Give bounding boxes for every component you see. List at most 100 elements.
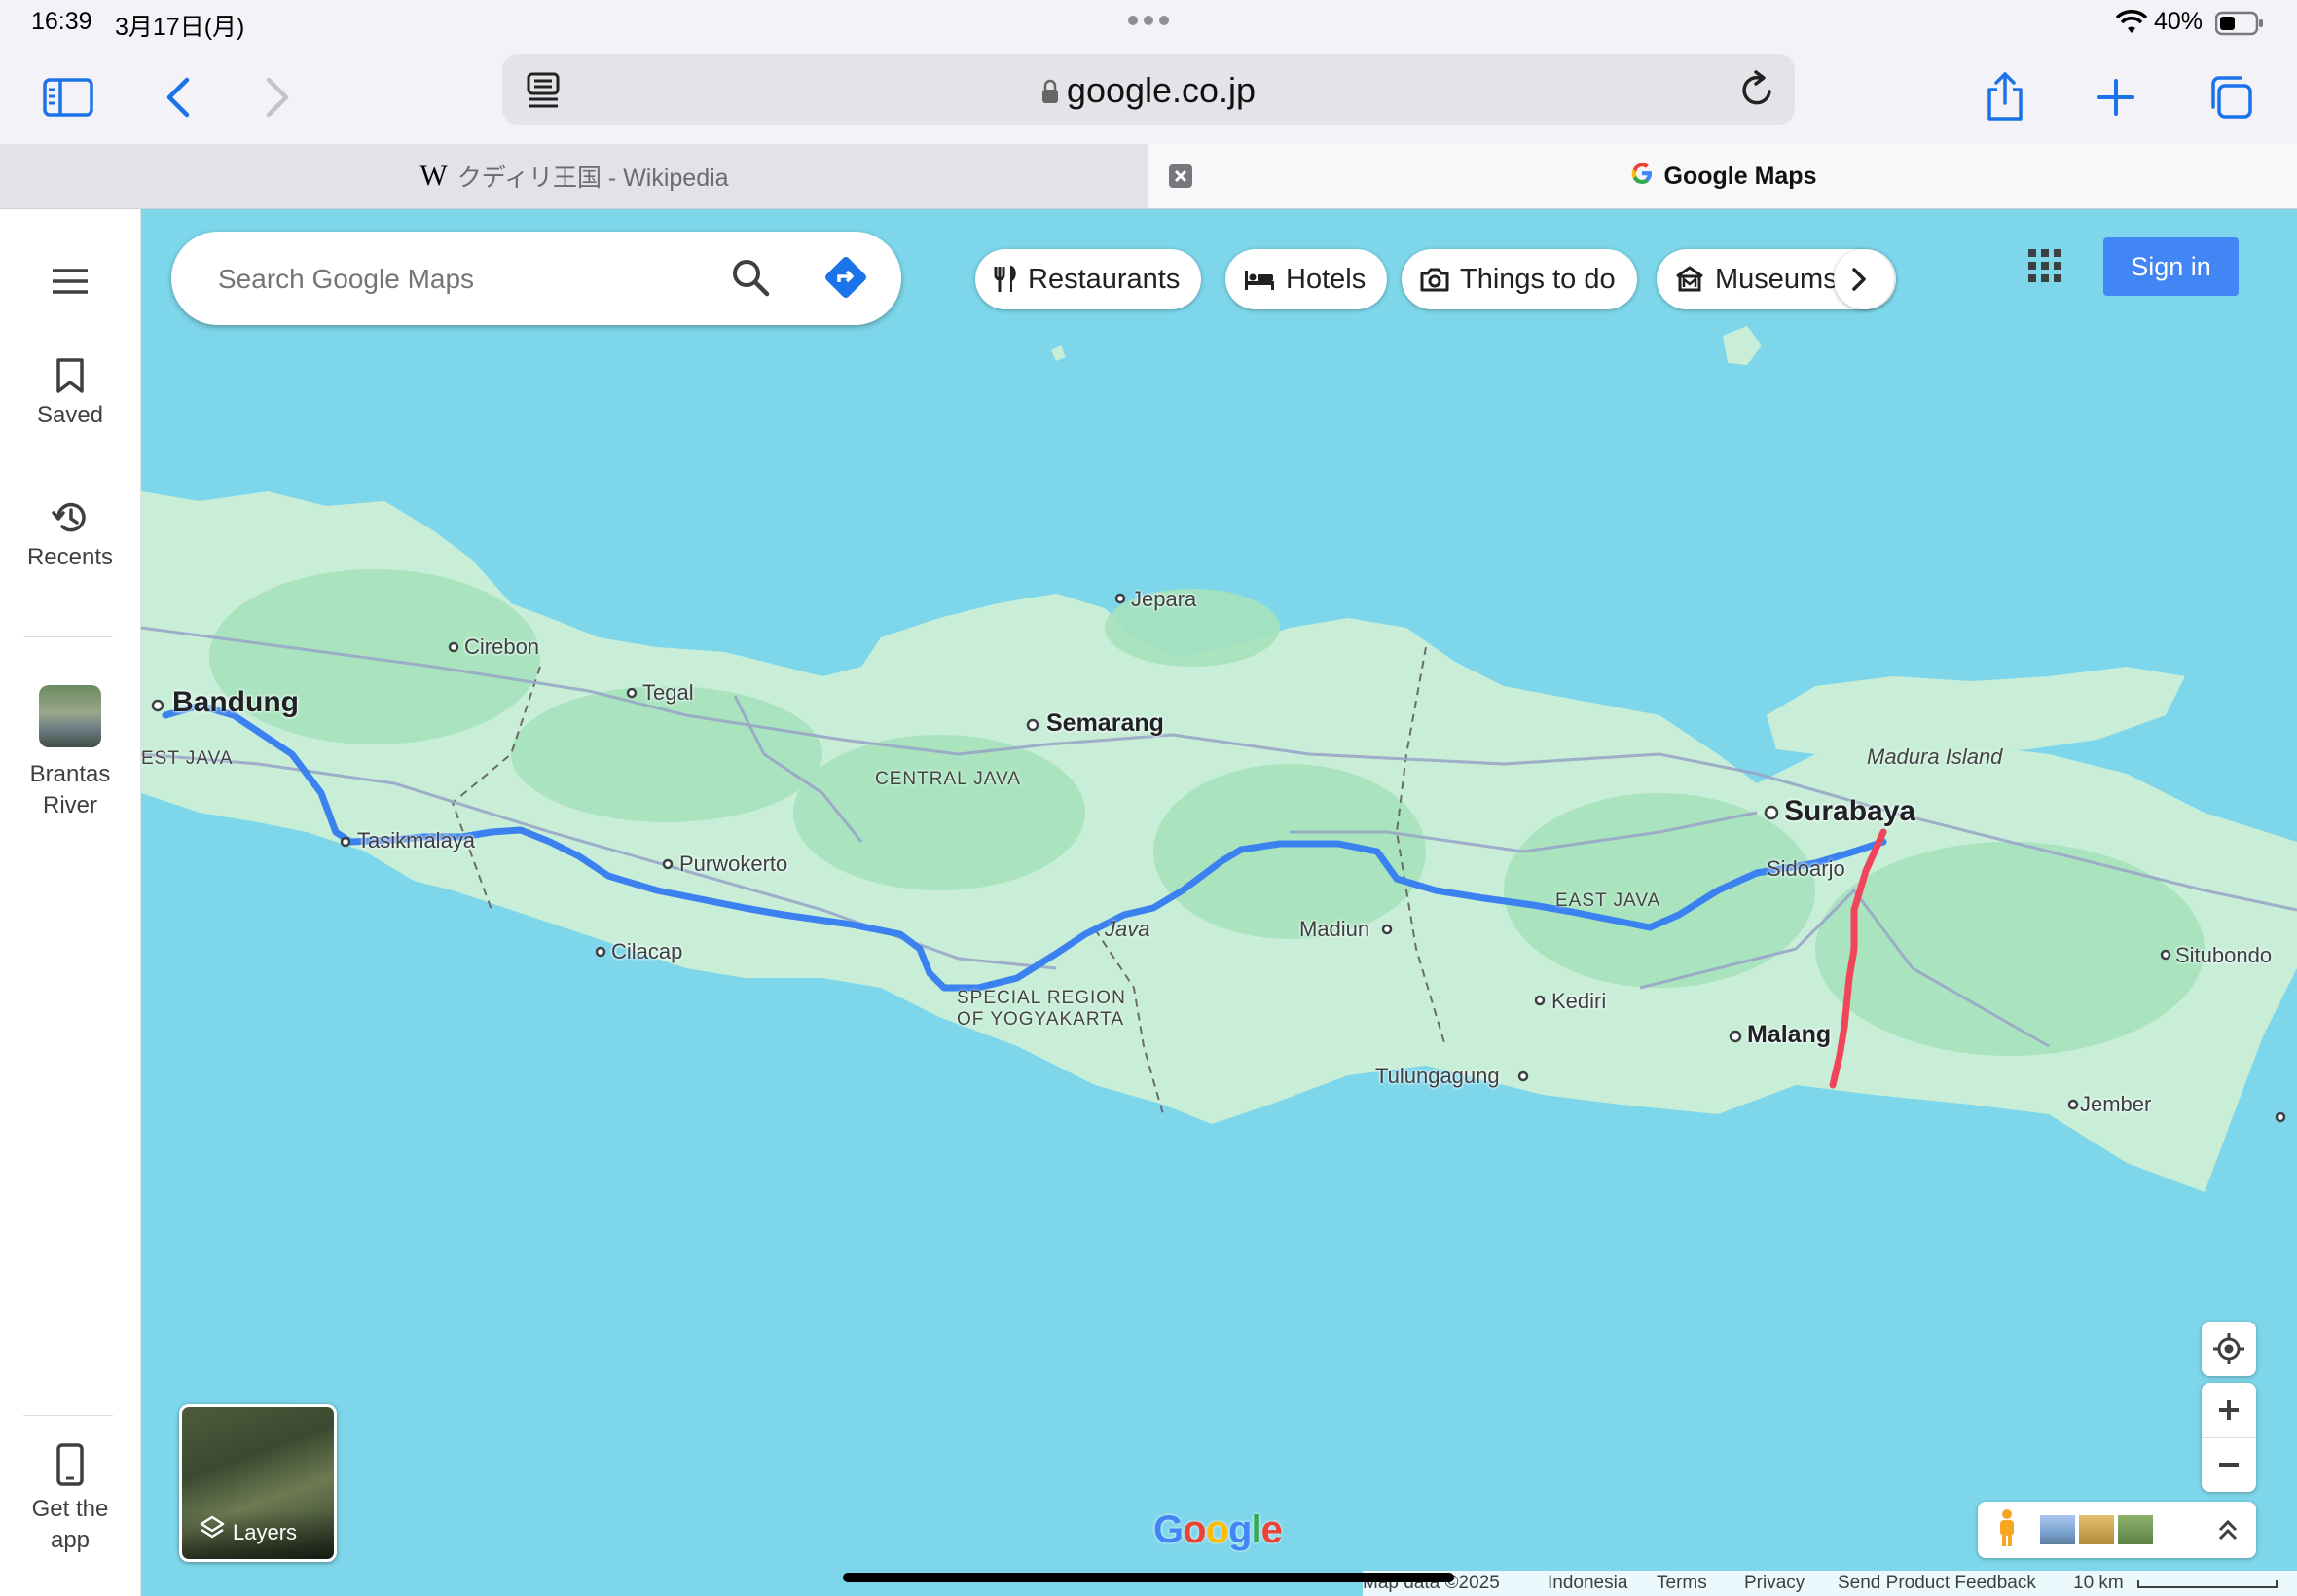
tab-wikipedia[interactable]: W クディリ王国 - Wikipedia <box>0 144 1148 208</box>
get-the-app-button[interactable]: Get the app <box>0 1443 140 1556</box>
lock-icon <box>1041 70 1067 110</box>
url-domain: google.co.jp <box>1066 70 1257 110</box>
my-location-button[interactable] <box>2202 1322 2256 1376</box>
status-date: 3月17日(月) <box>115 14 245 41</box>
wikipedia-icon: W <box>419 160 448 192</box>
close-tab-icon[interactable] <box>1168 163 1193 196</box>
recent-place-label: Brantas River <box>29 761 111 818</box>
place-thumbnail <box>39 685 101 747</box>
expand-up-icon[interactable] <box>2217 1517 2239 1547</box>
search-input[interactable] <box>216 255 726 304</box>
footer-privacy-link[interactable]: Privacy <box>1744 1573 1805 1594</box>
city-label-malang[interactable]: Malang <box>1747 1021 1831 1049</box>
tab-title: Google Maps <box>1663 162 1817 190</box>
recents-button[interactable]: Recents <box>0 499 140 571</box>
footer-country[interactable]: Indonesia <box>1548 1573 1627 1594</box>
rail-divider <box>23 636 113 637</box>
imagery-thumbnail[interactable] <box>2040 1515 2075 1544</box>
street-view-imagery-bar[interactable] <box>1978 1502 2256 1558</box>
back-icon[interactable] <box>148 68 206 127</box>
city-label-jember[interactable]: Jember <box>2080 1092 2151 1117</box>
zoom-out-button[interactable] <box>2202 1438 2256 1492</box>
city-label-tasikmalaya[interactable]: Tasikmalaya <box>357 828 475 853</box>
sign-in-button[interactable]: Sign in <box>2103 237 2239 296</box>
city-label-situbondo[interactable]: Situbondo <box>2175 943 2272 968</box>
chip-restaurants[interactable]: Restaurants <box>975 249 1202 309</box>
rail-divider <box>23 1415 113 1416</box>
city-label-tegal[interactable]: Tegal <box>642 680 694 706</box>
small-island <box>1051 345 1066 361</box>
chip-label: Restaurants <box>1028 263 1181 295</box>
imagery-thumbnail[interactable] <box>2118 1515 2153 1544</box>
chip-label: Things to do <box>1460 263 1616 295</box>
share-icon[interactable] <box>1976 68 2034 127</box>
url-text: google.co.jp <box>502 70 1795 111</box>
new-tab-icon[interactable] <box>2087 68 2145 127</box>
hotel-icon <box>1245 271 1274 290</box>
multitask-dots-icon[interactable] <box>1127 14 1170 31</box>
chip-label: Hotels <box>1286 263 1367 295</box>
tab-google-maps[interactable]: Google Maps <box>1148 144 2297 208</box>
city-label-kediri[interactable]: Kediri <box>1551 989 1606 1014</box>
pegman-icon[interactable] <box>1995 1508 2019 1552</box>
google-logo: Google <box>1153 1508 1283 1551</box>
map-graphic <box>141 326 2297 1192</box>
city-label-surabaya[interactable]: Surabaya <box>1784 795 1915 828</box>
scale-label[interactable]: 10 km <box>2073 1573 2124 1594</box>
footer-terms-link[interactable]: Terms <box>1657 1573 1707 1594</box>
imagery-thumbnail[interactable] <box>2079 1515 2114 1544</box>
city-label-cirebon[interactable]: Cirebon <box>464 635 539 660</box>
forward-icon[interactable] <box>249 68 308 127</box>
phone-icon <box>56 1443 84 1486</box>
sidebar-toggle-icon[interactable] <box>39 68 97 127</box>
city-label-madiun[interactable]: Madiun <box>1299 917 1369 942</box>
restaurant-icon <box>994 265 1016 292</box>
region-label-west-java: EST JAVA <box>141 748 234 769</box>
google-apps-icon[interactable] <box>2028 249 2061 287</box>
museum-icon <box>1676 266 1703 292</box>
battery-icon <box>2214 11 2264 41</box>
status-bar: 16:39 3月17日(月) 40% <box>0 0 2297 49</box>
search-icon[interactable] <box>730 257 771 303</box>
madura-island <box>1767 667 2185 754</box>
zoom-in-button[interactable] <box>2202 1384 2256 1438</box>
google-g-icon <box>1629 161 1655 193</box>
saved-label: Saved <box>36 402 104 428</box>
chips-scroll-right-button[interactable] <box>1834 249 1894 309</box>
chip-hotels[interactable]: Hotels <box>1225 249 1388 309</box>
region-label-yogyakarta-2: OF YOGYAKARTA <box>957 1009 1125 1030</box>
status-time: 16:39 <box>31 8 92 35</box>
home-indicator[interactable] <box>843 1573 1454 1582</box>
city-label-cilacap[interactable]: Cilacap <box>611 939 682 964</box>
city-label-purwokerto[interactable]: Purwokerto <box>679 852 787 877</box>
search-box[interactable] <box>171 232 901 325</box>
city-label-bandung[interactable]: Bandung <box>172 686 299 719</box>
map-canvas[interactable]: Bandung Cirebon Tegal Jepara Semarang Ta… <box>141 209 2297 1596</box>
browser-toolbar: google.co.jp <box>0 49 2297 144</box>
maps-side-rail: Saved Recents Brantas River Get the app <box>0 209 141 1596</box>
address-bar[interactable]: google.co.jp <box>502 54 1795 125</box>
chevron-right-icon <box>1852 268 1866 291</box>
tabs-overview-icon[interactable] <box>2202 68 2260 127</box>
city-label-sidoarjo[interactable]: Sidoarjo <box>1767 856 1845 882</box>
city-label-jepara[interactable]: Jepara <box>1131 587 1196 612</box>
zoom-controls <box>2202 1383 2256 1492</box>
reload-icon[interactable] <box>1738 70 1775 114</box>
menu-icon[interactable] <box>51 268 90 300</box>
region-label-east-java: EAST JAVA <box>1555 890 1661 911</box>
wifi-icon <box>2115 10 2148 40</box>
saved-button[interactable]: Saved <box>0 357 140 429</box>
city-label-tulungagung[interactable]: Tulungagung <box>1375 1064 1500 1089</box>
chip-things-to-do[interactable]: Things to do <box>1402 249 1637 309</box>
get-app-label: Get the app <box>31 1496 109 1553</box>
directions-icon[interactable] <box>823 255 868 305</box>
recent-place-brantas-river[interactable]: Brantas River <box>0 685 140 821</box>
tab-title: クディリ王国 - Wikipedia <box>456 164 729 192</box>
plus-icon <box>2219 1400 2239 1420</box>
tab-bar: W クディリ王国 - Wikipedia Google Maps <box>0 144 2297 209</box>
city-label-semarang[interactable]: Semarang <box>1046 709 1164 738</box>
island-label-madura: Madura Island <box>1867 744 2003 769</box>
layers-button[interactable]: Layers <box>179 1404 337 1562</box>
footer-feedback-link[interactable]: Send Product Feedback <box>1838 1573 2036 1594</box>
island-label-java: Java <box>1105 917 1150 941</box>
